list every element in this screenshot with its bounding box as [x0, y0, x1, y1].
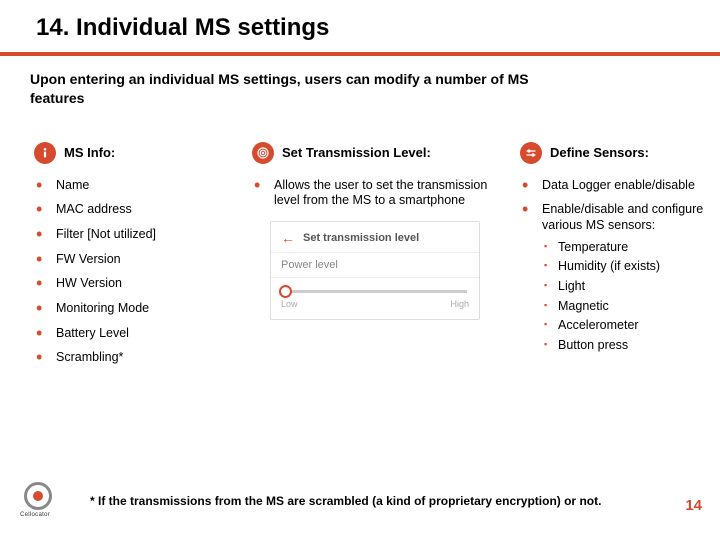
- col-ms-info: MS Info: Name MAC address Filter [Not ut…: [34, 142, 234, 375]
- slider-track: [283, 290, 467, 293]
- sub-item: Humidity (if exists): [542, 259, 704, 275]
- transmission-desc: Allows the user to set the transmission …: [252, 178, 502, 209]
- sub-item: Magnetic: [542, 299, 704, 315]
- col-head: Define Sensors:: [520, 142, 704, 164]
- sensors-list: Data Logger enable/disable Enable/disabl…: [520, 178, 704, 354]
- mock-header: ← Set transmission level: [271, 222, 479, 252]
- info-icon: [34, 142, 56, 164]
- brand-logo: Cellocator: [20, 482, 58, 516]
- sub-item: Temperature: [542, 240, 704, 256]
- list-item: Filter [Not utilized]: [34, 227, 234, 243]
- slider-low: Low: [281, 299, 298, 309]
- sensors-icon: [520, 142, 542, 164]
- list-item: Enable/disable and configure various MS …: [520, 202, 704, 353]
- slider-labels: Low High: [281, 299, 469, 309]
- list-item: MAC address: [34, 202, 234, 218]
- list-item: Scrambling*: [34, 350, 234, 366]
- col-head: MS Info:: [34, 142, 234, 164]
- mock-slider: Low High: [271, 277, 479, 319]
- intro-text: Upon entering an individual MS settings,…: [0, 56, 600, 108]
- ms-info-list: Name MAC address Filter [Not utilized] F…: [34, 178, 234, 366]
- back-icon: ←: [281, 230, 295, 246]
- list-text: Enable/disable and configure various MS …: [542, 202, 703, 232]
- list-item: Data Logger enable/disable: [520, 178, 704, 194]
- sub-item: Light: [542, 279, 704, 295]
- slide-title: 14. Individual MS settings: [0, 0, 720, 52]
- sub-item: Accelerometer: [542, 318, 704, 334]
- phone-screenshot: ← Set transmission level Power level Low…: [270, 221, 480, 320]
- footnote: * If the transmissions from the MS are s…: [90, 494, 601, 508]
- list-item: Monitoring Mode: [34, 301, 234, 317]
- antenna-icon: [252, 142, 274, 164]
- sub-item: Button press: [542, 338, 704, 354]
- page-number: 14: [685, 497, 702, 514]
- list-item: Allows the user to set the transmission …: [252, 178, 502, 209]
- logo-text: Cellocator: [20, 512, 50, 518]
- list-item: HW Version: [34, 276, 234, 292]
- col-title: MS Info:: [64, 145, 115, 160]
- slider-thumb: [279, 285, 292, 298]
- mock-row-label: Power level: [271, 252, 479, 277]
- mock-title: Set transmission level: [303, 232, 419, 244]
- col-head: Set Transmission Level:: [252, 142, 502, 164]
- slider-high: High: [450, 299, 469, 309]
- list-item: Name: [34, 178, 234, 194]
- list-item: Battery Level: [34, 326, 234, 342]
- list-item: FW Version: [34, 252, 234, 268]
- col-transmission: Set Transmission Level: Allows the user …: [252, 142, 502, 375]
- logo-dot-icon: [33, 491, 43, 501]
- columns: MS Info: Name MAC address Filter [Not ut…: [0, 108, 720, 375]
- col-title: Set Transmission Level:: [282, 145, 431, 160]
- col-title: Define Sensors:: [550, 145, 649, 160]
- col-sensors: Define Sensors: Data Logger enable/disab…: [520, 142, 704, 375]
- sensor-sublist: Temperature Humidity (if exists) Light M…: [542, 240, 704, 354]
